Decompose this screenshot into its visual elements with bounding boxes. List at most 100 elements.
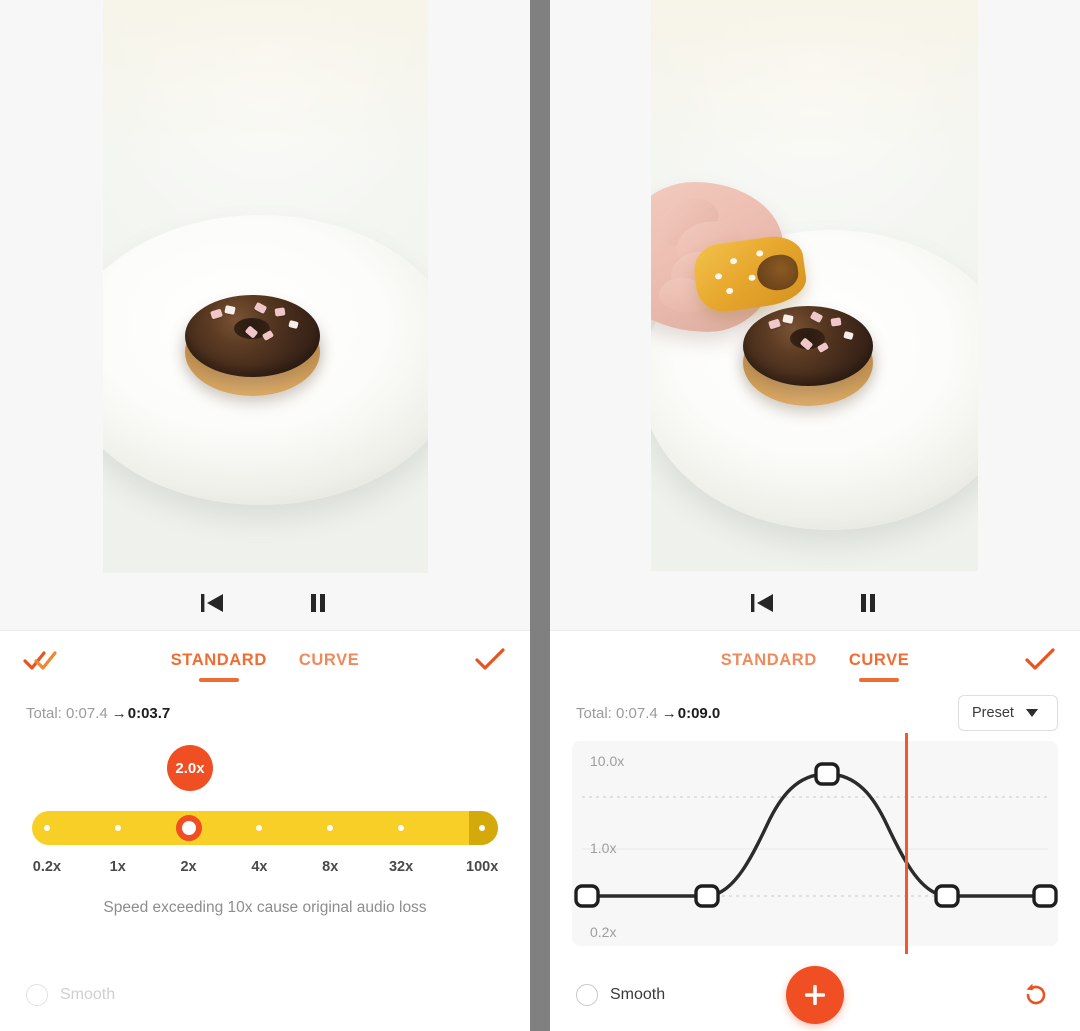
speed-slider[interactable] (32, 811, 498, 845)
tick-label-6[interactable]: 100x (466, 859, 498, 875)
right-smooth-row[interactable]: Smooth (550, 959, 1080, 1031)
slider-tick-dot (398, 825, 405, 831)
left-smooth-row[interactable]: Smooth (0, 959, 530, 1031)
total-result: 0:09.0 (677, 705, 721, 722)
slider-tick-dot (327, 825, 334, 831)
left-photo (103, 0, 428, 573)
left-video-frame[interactable] (103, 0, 428, 573)
smooth-label: Smooth (610, 986, 666, 1003)
curve-node-4 (1032, 884, 1058, 908)
curve-node-2 (814, 762, 840, 786)
pastry-sugar-dot (748, 274, 756, 282)
right-panel: STANDARD CURVE Total: 0:07.4 →0:09.0 Pres… (550, 0, 1080, 1031)
pastry-sugar-dot (714, 272, 723, 280)
speed-bubble-row: 2.0x (0, 739, 530, 811)
left-video-preview[interactable] (0, 0, 530, 630)
photo-top-highlight (651, 0, 978, 172)
pastry-sugar-dot (730, 257, 738, 265)
pastry-bite-mark (754, 252, 801, 294)
axis-label-min: 0.2x (590, 924, 617, 940)
smooth-radio[interactable] (576, 984, 598, 1006)
right-editor-sheet: STANDARD CURVE Total: 0:07.4 →0:09.0 Pres… (550, 630, 1080, 1031)
panel-divider (530, 0, 550, 1031)
right-photo (651, 0, 978, 571)
left-total-row: Total: 0:07.4 →0:03.7 (0, 689, 530, 739)
total-result: 0:03.7 (127, 705, 171, 722)
preset-dropdown[interactable]: Preset (958, 695, 1058, 731)
right-playback-controls (550, 576, 1080, 630)
chevron-down-icon (1025, 709, 1038, 717)
total-prefix: Total: 0:07.4 (26, 705, 108, 722)
pause-icon (311, 594, 325, 612)
confirm-button[interactable] (1018, 642, 1062, 678)
tick-label-3[interactable]: 4x (251, 859, 267, 875)
pastry-sugar-dot (725, 287, 734, 295)
pause-icon (861, 594, 875, 612)
check-icon (475, 648, 505, 670)
tick-label-1[interactable]: 1x (110, 859, 126, 875)
tab-active-underline (198, 677, 239, 682)
right-total-row: Total: 0:07.4 →0:09.0 Preset (550, 689, 1080, 739)
tab-standard[interactable]: STANDARD (705, 651, 833, 670)
sprinkle (830, 317, 842, 327)
plus-icon (805, 985, 825, 1005)
curve-handles[interactable] (572, 741, 1058, 946)
tab-curve[interactable]: CURVE (283, 651, 375, 670)
pause-button[interactable] (846, 581, 890, 625)
tick-label-5[interactable]: 32x (389, 859, 413, 875)
check-icon (1025, 648, 1055, 670)
total-prefix: Total: 0:07.4 (576, 705, 658, 722)
add-curve-point-button[interactable] (786, 966, 844, 1024)
tick-label-2[interactable]: 2x (180, 859, 196, 875)
pause-button[interactable] (296, 581, 340, 625)
tick-label-0[interactable]: 0.2x (33, 859, 61, 875)
confirm-button[interactable] (468, 642, 512, 678)
right-tabbar: STANDARD CURVE (550, 631, 1080, 689)
slider-thumb[interactable] (175, 815, 202, 841)
curve-node-1 (694, 884, 720, 908)
reset-icon (1026, 983, 1046, 1005)
photo-top-highlight (103, 0, 428, 165)
reset-curve-button[interactable] (1016, 975, 1056, 1015)
total-arrow: → (111, 705, 127, 722)
speed-curve-graph[interactable]: 10.0x 1.0x 0.2x (572, 733, 1058, 954)
tab-active-underline (859, 677, 900, 682)
left-editor-sheet: STANDARD CURVE Total: 0:07.4 →0:03.7 2.0x (0, 630, 530, 1031)
slider-tick-dot (43, 825, 50, 831)
curve-node-0 (574, 884, 600, 908)
skip-to-start-button[interactable] (740, 581, 784, 625)
left-tabbar: STANDARD CURVE (0, 631, 530, 689)
slider-tick-labels: 0.2x 1x 2x 4x 8x 32x 100x (32, 859, 498, 883)
tab-curve-label: CURVE (848, 650, 910, 669)
slider-track[interactable] (32, 811, 498, 845)
tab-curve-label: CURVE (298, 650, 360, 669)
speed-bubble: 2.0x (167, 745, 213, 791)
smooth-radio[interactable] (26, 984, 48, 1006)
skip-to-start-icon (751, 594, 773, 612)
sprinkle (274, 307, 286, 317)
skip-to-start-button[interactable] (190, 581, 234, 625)
curve-node-3 (934, 884, 960, 908)
pastry-sugar-dot (755, 250, 764, 258)
smooth-label: Smooth (60, 986, 116, 1003)
total-arrow: → (661, 705, 677, 722)
slider-tick-dot (114, 825, 121, 831)
tab-curve[interactable]: CURVE (833, 650, 925, 682)
slider-tick-dot (256, 825, 263, 831)
playhead-indicator[interactable] (904, 733, 908, 954)
preset-label: Preset (972, 705, 1014, 721)
apply-to-all-button[interactable] (18, 642, 62, 678)
audio-loss-hint: Speed exceeding 10x cause original audio… (103, 899, 427, 916)
slider-tick-dot (479, 825, 486, 831)
axis-label-max: 10.0x (590, 753, 625, 769)
double-check-icon (23, 651, 57, 670)
axis-label-mid: 1.0x (590, 840, 617, 856)
left-panel: STANDARD CURVE Total: 0:07.4 →0:03.7 2.0x (0, 0, 530, 1031)
right-video-preview[interactable] (550, 0, 1080, 630)
tab-standard-label: STANDARD (170, 650, 267, 669)
tab-standard-label: STANDARD (720, 650, 817, 669)
right-video-frame[interactable] (651, 0, 978, 571)
skip-to-start-icon (201, 594, 223, 612)
tick-label-4[interactable]: 8x (322, 859, 338, 875)
tab-standard[interactable]: STANDARD (155, 650, 283, 682)
